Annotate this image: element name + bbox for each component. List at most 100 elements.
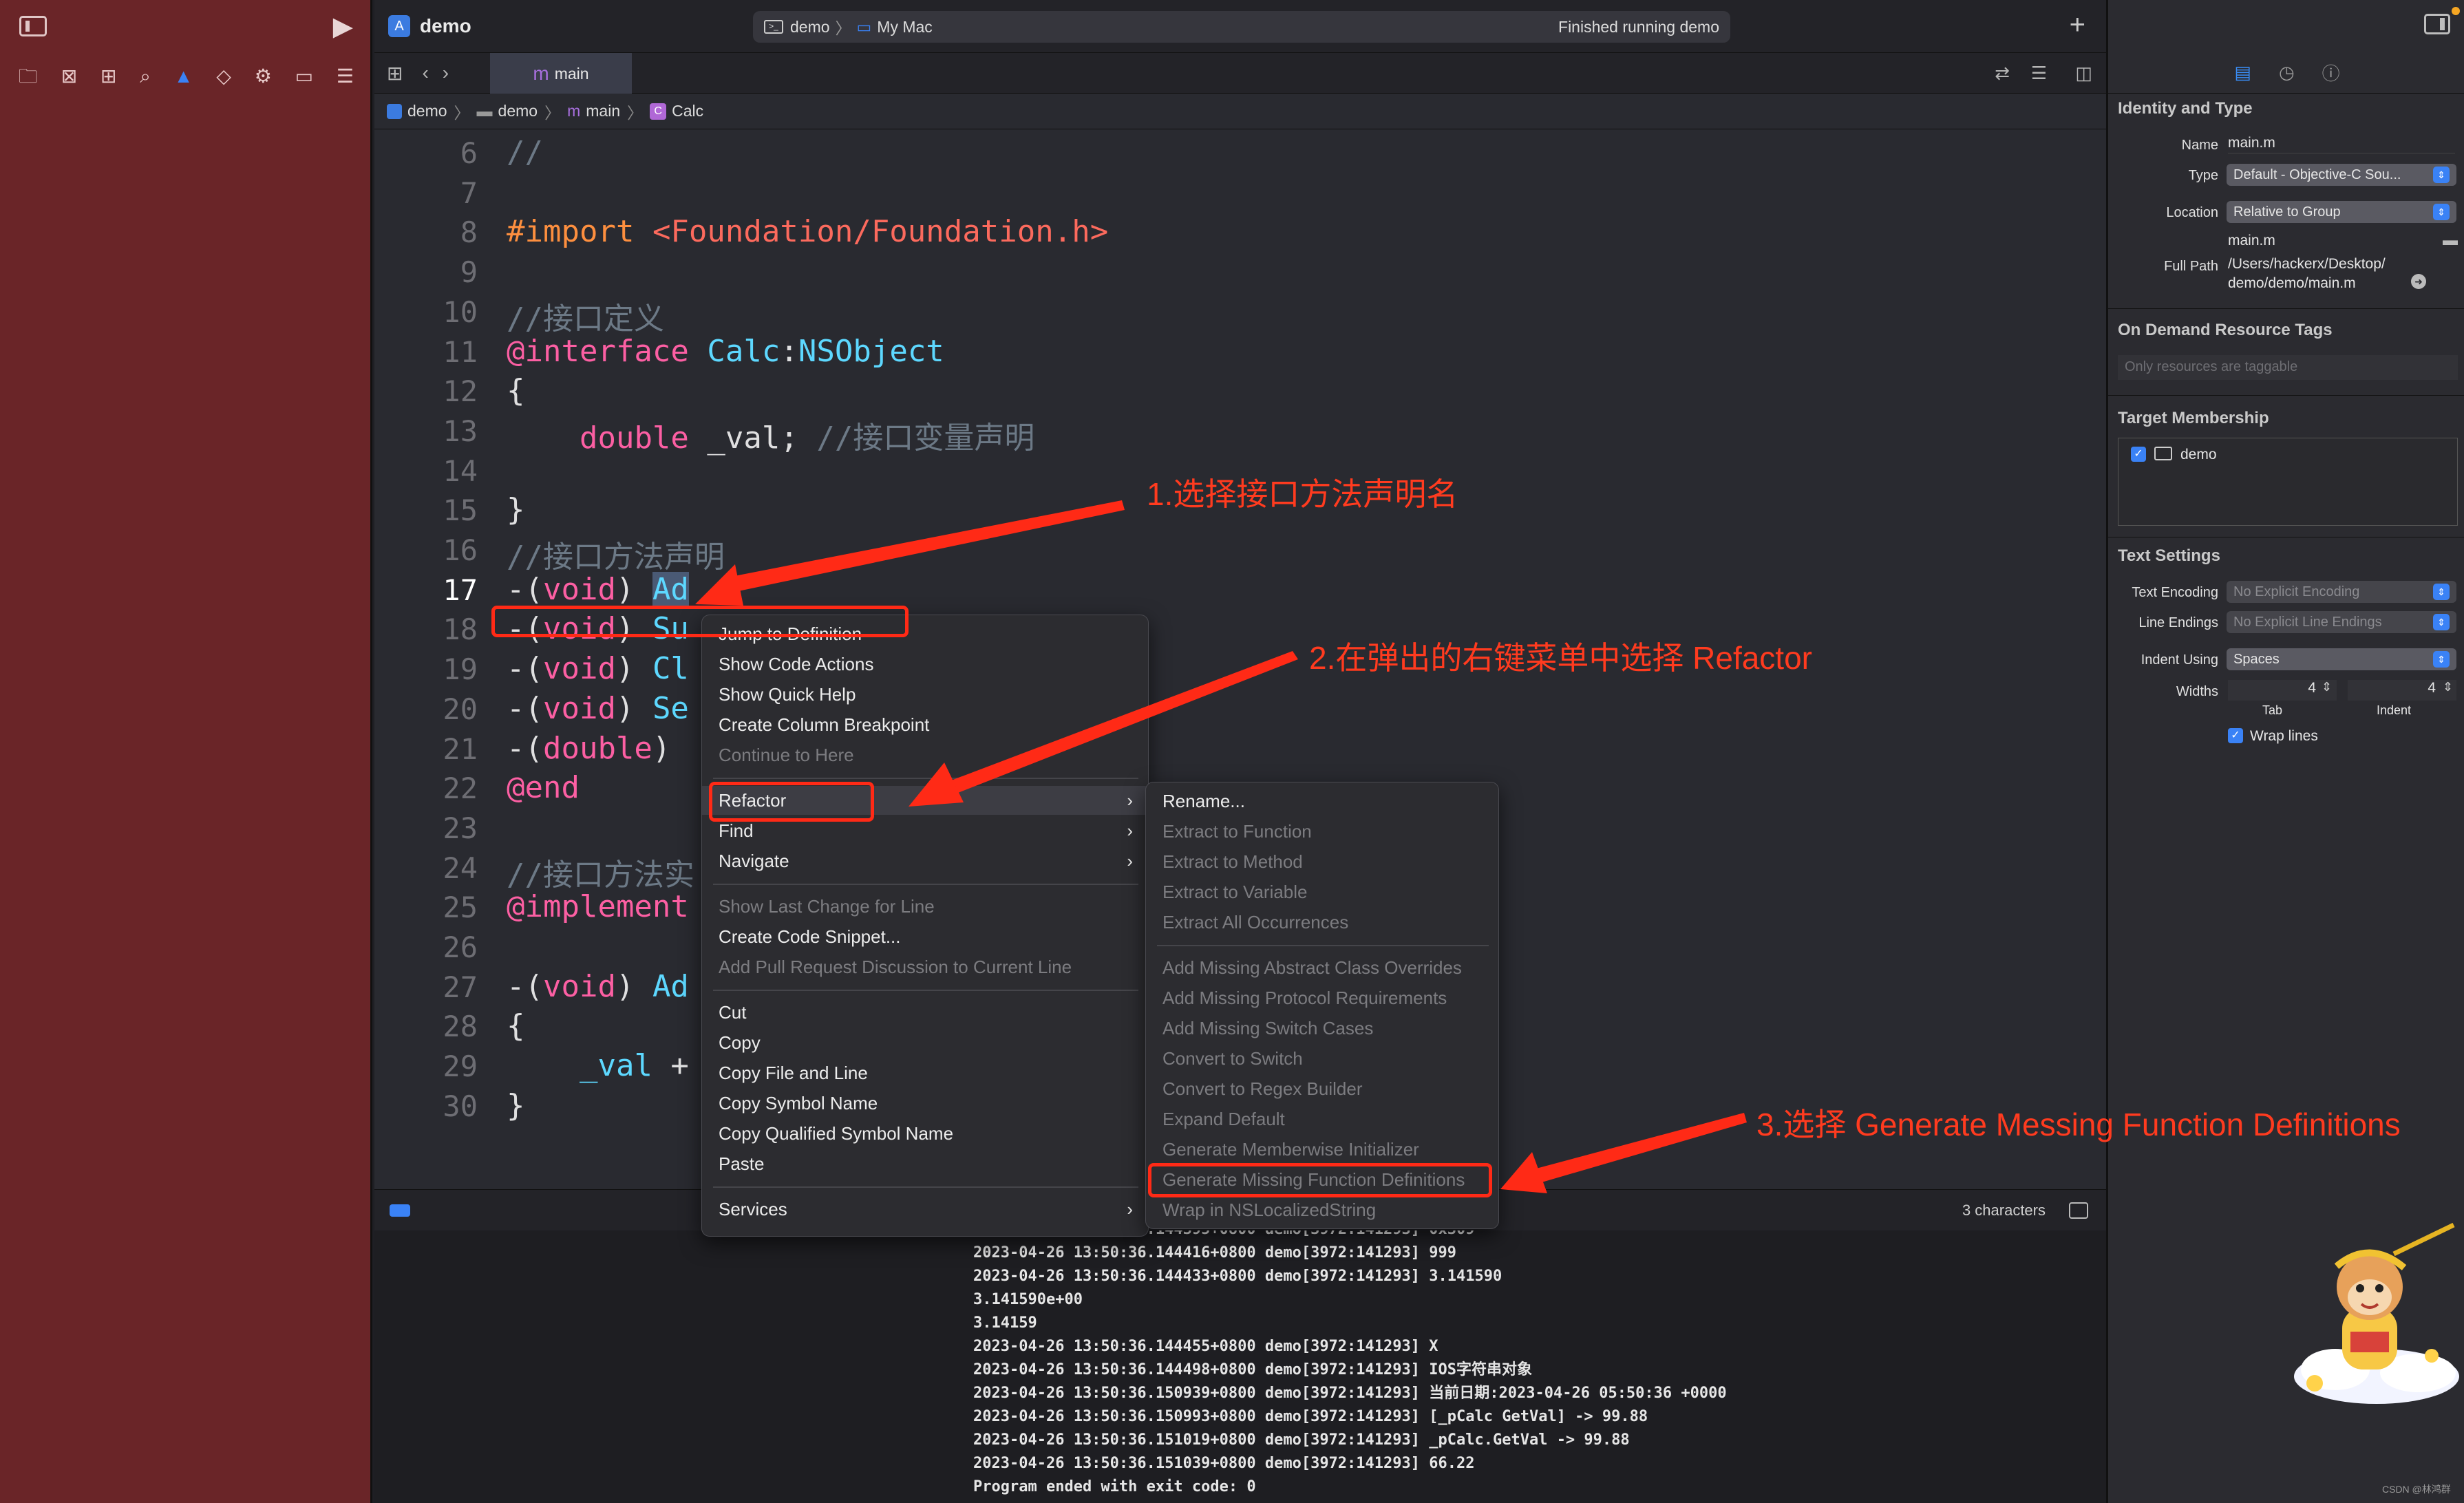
code-line[interactable]: @implement	[507, 889, 689, 924]
help-icon[interactable]: ⓘ	[2322, 60, 2340, 85]
code-line[interactable]: #import <Foundation/Foundation.h>	[507, 214, 1108, 249]
source-control-icon[interactable]: ⊠	[61, 67, 77, 86]
split-editor-icon[interactable]: ◫	[2075, 63, 2092, 84]
code-line[interactable]: -(void) Ad	[507, 969, 689, 1004]
run-icon[interactable]: ▶	[333, 11, 353, 42]
line-number[interactable]: 18	[374, 612, 478, 646]
add-icon[interactable]: +	[2070, 10, 2085, 41]
menu-item-navigate[interactable]: Navigate ›	[702, 846, 1149, 875]
line-number[interactable]: 8	[374, 215, 478, 249]
code-line[interactable]: -(double)	[507, 731, 670, 766]
menu-item-paste[interactable]: Paste	[702, 1149, 1149, 1178]
line-number[interactable]: 13	[374, 414, 478, 448]
code-line[interactable]: -(void) Se	[507, 691, 689, 726]
code-line[interactable]: @interface Calc:NSObject	[507, 334, 944, 369]
code-line[interactable]: //接口方法实	[507, 850, 694, 894]
line-number[interactable]: 17	[374, 573, 478, 607]
scheme-device[interactable]: My Mac	[877, 18, 933, 36]
menu-item-show-quick-help[interactable]: Show Quick Help	[702, 680, 1149, 709]
line-number[interactable]: 11	[374, 335, 478, 369]
grid-icon[interactable]: ⊞	[387, 62, 403, 85]
line-number[interactable]: 30	[374, 1089, 478, 1123]
tab-main[interactable]: m main	[490, 53, 632, 94]
code-line[interactable]: _val +	[507, 1048, 689, 1083]
code-line[interactable]: -(void) Cl	[507, 651, 689, 686]
breadcrumb-item[interactable]: Calc	[672, 102, 703, 120]
menu-item-services[interactable]: Services ›	[702, 1195, 1149, 1224]
breadcrumb-item[interactable]: demo	[407, 102, 447, 120]
line-number[interactable]: 25	[374, 891, 478, 924]
code-line[interactable]: @end	[507, 770, 580, 805]
line-number[interactable]: 12	[374, 374, 478, 408]
line-number[interactable]: 15	[374, 493, 478, 527]
wrap-lines-checkbox[interactable]: ✓	[2228, 728, 2243, 743]
location-popup[interactable]: Relative to Group ⇕	[2227, 201, 2456, 223]
menu-item-copy-symbol-name[interactable]: Copy Symbol Name	[702, 1089, 1149, 1118]
debug-icon[interactable]: ⚙	[255, 67, 272, 86]
line-number[interactable]: 7	[374, 176, 478, 210]
report-icon[interactable]: ☰	[337, 67, 354, 86]
line-number[interactable]: 27	[374, 970, 478, 1004]
line-number[interactable]: 19	[374, 652, 478, 686]
breadcrumb-item[interactable]: main	[586, 102, 620, 120]
menu-item-rename[interactable]: Rename...	[1146, 787, 1500, 816]
line-number[interactable]: 22	[374, 771, 478, 805]
tab-width-field[interactable]: 4	[2228, 680, 2337, 701]
test-icon[interactable]: ◇	[216, 67, 231, 86]
file-inspector-icon[interactable]: ▤	[2234, 62, 2251, 83]
membership-checkbox[interactable]: ✓	[2131, 447, 2146, 462]
menu-item-copy[interactable]: Copy	[702, 1028, 1149, 1057]
code-line[interactable]: double _val; //接口变量声明	[507, 413, 1034, 457]
console-output[interactable]: 2023-04-26 13:50:36.144395+0800 demo[397…	[973, 1230, 2102, 1503]
stepper-icon[interactable]: ⇕	[2322, 680, 2332, 694]
code-line[interactable]: -(void) Ad	[507, 571, 689, 607]
debug-area-toggle-icon[interactable]	[2069, 1202, 2088, 1219]
symbol-icon[interactable]: ⊞	[100, 67, 116, 86]
forward-icon[interactable]: ›	[443, 62, 449, 84]
name-field[interactable]: main.m	[2228, 135, 2455, 153]
scheme-activity-bar[interactable]: >_ demo 〉 ▭ My Mac Finished running demo	[753, 11, 1730, 43]
sidebar-toggle-icon[interactable]	[19, 16, 47, 36]
reveal-arrow-icon[interactable]: ➜	[2411, 274, 2426, 289]
folder-icon[interactable]: 🗀	[19, 67, 38, 86]
line-number[interactable]: 23	[374, 811, 478, 845]
type-popup[interactable]: Default - Objective-C Sou... ⇕	[2227, 164, 2456, 186]
history-icon[interactable]: ◷	[2279, 62, 2295, 83]
code-line[interactable]: //	[507, 135, 543, 170]
indent-popup[interactable]: Spaces ⇕	[2227, 648, 2456, 670]
line-number[interactable]: 14	[374, 454, 478, 488]
line-number[interactable]: 16	[374, 533, 478, 567]
breadcrumb-item[interactable]: demo	[498, 102, 538, 120]
endings-popup[interactable]: No Explicit Line Endings ⇕	[2227, 611, 2456, 633]
line-number[interactable]: 28	[374, 1010, 478, 1043]
line-number[interactable]: 24	[374, 851, 478, 885]
line-number[interactable]: 26	[374, 930, 478, 964]
back-icon[interactable]: ‹	[422, 62, 428, 84]
code-line[interactable]: //接口定义	[507, 294, 664, 338]
code-line[interactable]: {	[507, 1008, 525, 1043]
menu-item-create-code-snippet[interactable]: Create Code Snippet...	[702, 922, 1149, 951]
code-line[interactable]: }	[507, 492, 525, 527]
menu-item-create-column-breakpoint[interactable]: Create Column Breakpoint	[702, 710, 1149, 739]
refresh-icon[interactable]: ⇄	[1995, 63, 2010, 84]
breakpoint-toggle-icon[interactable]	[390, 1204, 410, 1217]
menu-item-cut[interactable]: Cut	[702, 998, 1149, 1027]
indent-width-field[interactable]: 4	[2348, 680, 2456, 701]
code-line[interactable]: {	[507, 373, 525, 408]
menu-item-copy-file-and-line[interactable]: Copy File and Line	[702, 1058, 1149, 1087]
line-number[interactable]: 21	[374, 732, 478, 766]
line-number[interactable]: 9	[374, 255, 478, 289]
line-number[interactable]: 10	[374, 295, 478, 329]
line-number[interactable]: 6	[374, 136, 478, 170]
code-line[interactable]: //接口方法声明	[507, 532, 725, 576]
line-number[interactable]: 20	[374, 692, 478, 726]
encoding-popup[interactable]: No Explicit Encoding ⇕	[2227, 581, 2456, 603]
search-icon[interactable]: ⌕	[140, 67, 151, 86]
code-line[interactable]: }	[507, 1088, 525, 1123]
list-icon[interactable]: ☰	[2031, 63, 2047, 84]
menu-item-show-code-actions[interactable]: Show Code Actions	[702, 650, 1149, 679]
line-number[interactable]: 29	[374, 1049, 478, 1083]
breakpoint-icon[interactable]: ▭	[295, 67, 313, 86]
odr-tags-field[interactable]: Only resources are taggable	[2118, 355, 2458, 380]
menu-item-copy-qualified-symbol-name[interactable]: Copy Qualified Symbol Name	[702, 1119, 1149, 1148]
